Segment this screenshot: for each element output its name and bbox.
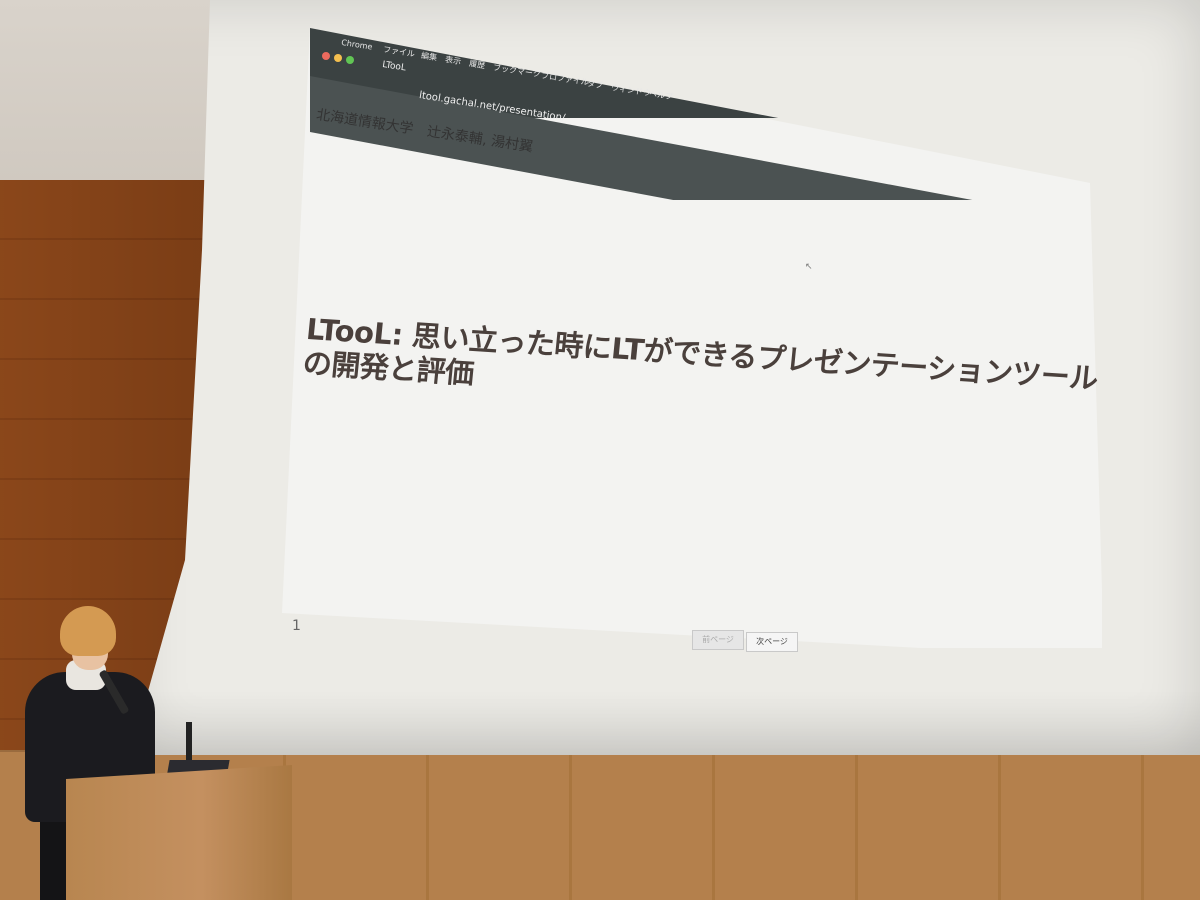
close-window-dot[interactable] bbox=[322, 52, 330, 60]
menu-tab[interactable]: タブ bbox=[586, 78, 604, 91]
minimize-window-dot[interactable] bbox=[334, 54, 342, 62]
mouse-cursor-icon: ↖ bbox=[805, 262, 813, 272]
menu-edit[interactable]: 編集 bbox=[420, 50, 438, 63]
menu-history[interactable]: 履歴 bbox=[468, 58, 486, 71]
menu-view[interactable]: 表示 bbox=[444, 54, 462, 67]
lecture-hall-photo: Chrome ファイル 編集 表示 履歴 ブックマーク プロファイル タブ ウィ… bbox=[0, 0, 1200, 900]
podium bbox=[66, 765, 292, 900]
prev-page-button[interactable]: 前ページ bbox=[692, 630, 744, 650]
screen-shadow bbox=[130, 690, 1200, 755]
maximize-window-dot[interactable] bbox=[346, 56, 354, 64]
presenter-hair bbox=[60, 606, 116, 656]
slide-page-number: 1 bbox=[292, 618, 301, 634]
next-page-button[interactable]: 次ページ bbox=[746, 632, 798, 652]
microphone-stand bbox=[186, 722, 192, 764]
